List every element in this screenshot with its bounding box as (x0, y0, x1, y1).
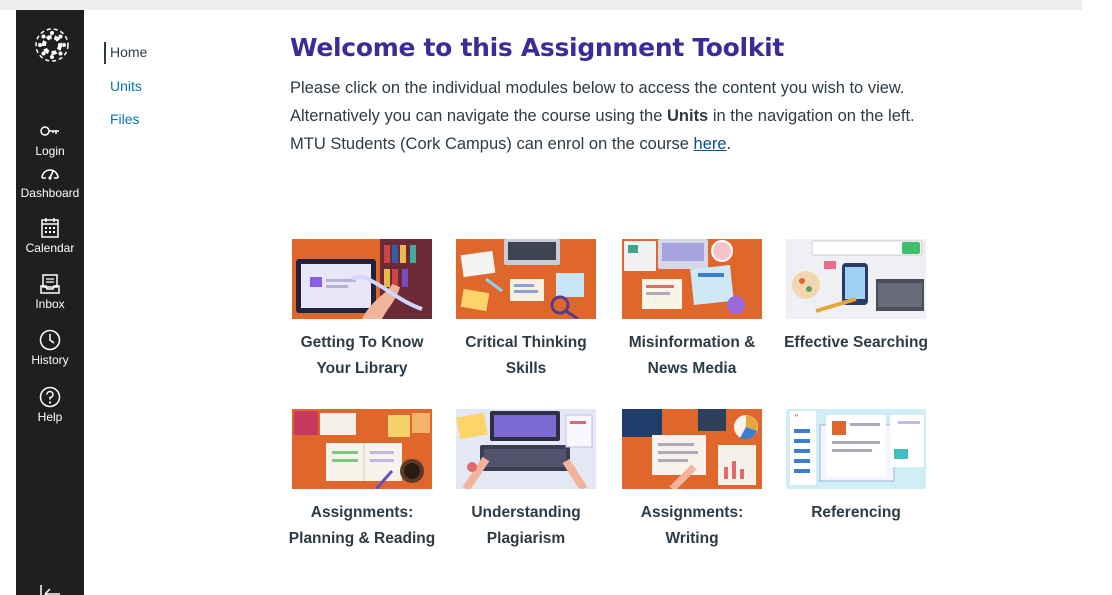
module-label: Critical Thinking Skills (465, 334, 587, 377)
page-title: Welcome to this Assignment Toolkit (290, 33, 785, 62)
svg-text:“: “ (794, 413, 799, 424)
top-strip-gap (1082, 0, 1112, 10)
canvas-logo-icon[interactable] (35, 28, 69, 62)
browser-top-strip (0, 0, 1112, 10)
module-label: Assignments: Planning & Reading (288, 504, 436, 547)
dashboard-icon (41, 169, 59, 180)
news-media-illustration (622, 239, 762, 319)
nav-inbox[interactable]: Inbox (16, 272, 84, 311)
nav-dashboard[interactable]: Dashboard (16, 161, 84, 200)
nav-calendar-label: Calendar (25, 241, 75, 255)
intro-paragraph: Please click on the individual modules b… (290, 74, 930, 158)
nav-inbox-label: Inbox (35, 297, 65, 311)
global-navigation: Login Dashboard Calendar Inbox History H… (16, 10, 84, 595)
library-illustration (292, 239, 432, 319)
searching-illustration (786, 239, 926, 319)
planning-illustration (292, 409, 432, 489)
module-label: Understanding Plagiarism (471, 504, 581, 547)
clock-icon (39, 329, 61, 351)
writing-illustration (622, 409, 762, 489)
help-icon (39, 386, 61, 408)
course-nav-files[interactable]: Files (110, 111, 140, 127)
critical-thinking-illustration (456, 239, 596, 319)
module-label: Assignments: Writing (640, 504, 744, 547)
course-nav-home[interactable]: Home (110, 44, 147, 60)
collapse-nav-icon[interactable] (38, 583, 62, 595)
module-label: Effective Searching (784, 334, 928, 351)
enrol-link[interactable]: here (694, 135, 727, 153)
nav-history-label: History (31, 353, 69, 367)
referencing-illustration: “ (786, 409, 926, 489)
module-label: Getting To Know Your Library (300, 334, 424, 377)
nav-calendar[interactable]: Calendar (16, 216, 84, 255)
active-indicator (104, 42, 106, 64)
course-nav-units[interactable]: Units (110, 78, 142, 94)
inbox-icon (40, 274, 60, 294)
calendar-icon (41, 218, 59, 238)
module-label: Misinformation & News Media (628, 334, 756, 377)
nav-login[interactable]: Login (16, 119, 84, 158)
plagiarism-illustration (456, 409, 596, 489)
intro-text-3: . (726, 135, 732, 153)
key-icon (40, 126, 59, 136)
nav-history[interactable]: History (16, 328, 84, 367)
nav-help-label: Help (37, 410, 63, 424)
nav-help[interactable]: Help (16, 385, 84, 424)
nav-login-label: Login (35, 144, 65, 158)
intro-units-emphasis: Units (666, 107, 709, 125)
nav-dashboard-label: Dashboard (20, 186, 80, 200)
module-label: Referencing (811, 504, 901, 521)
